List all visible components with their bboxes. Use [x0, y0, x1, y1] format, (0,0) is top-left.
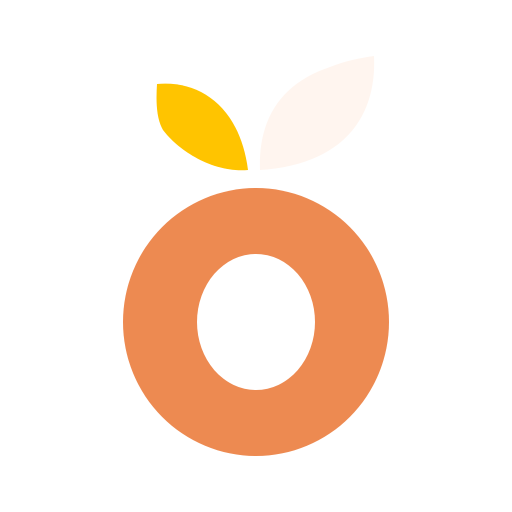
right-leaf-shape — [259, 56, 375, 170]
app-icon-canvas — [0, 0, 512, 512]
orange-logo-icon — [123, 56, 389, 456]
left-leaf-shape — [156, 83, 248, 171]
fruit-hole-shape — [197, 254, 315, 390]
